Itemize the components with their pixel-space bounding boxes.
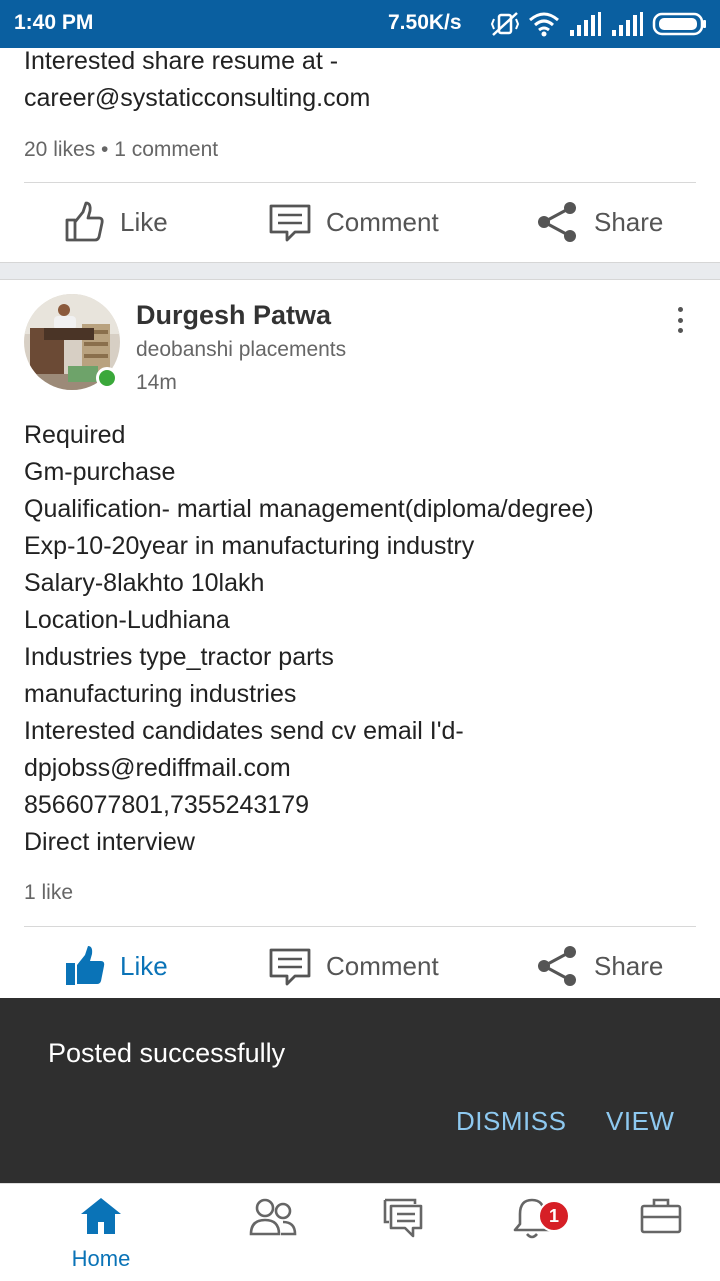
network-speed: 7.50K/s	[388, 11, 462, 34]
prev-post-text: Interested share resume at - career@syst…	[24, 47, 371, 112]
comment-label: Comment	[326, 206, 439, 237]
status-time: 1:40 PM	[14, 11, 94, 34]
nav-messaging[interactable]	[331, 1184, 475, 1281]
comment-icon	[269, 204, 311, 242]
share-label: Share	[594, 206, 664, 237]
share-button[interactable]: Share	[536, 944, 663, 988]
signal-icon	[612, 12, 643, 36]
bottom-nav: Home 1	[0, 1183, 720, 1281]
post-time: 14m	[136, 371, 177, 394]
like-label: Like	[120, 950, 168, 981]
battery-icon	[652, 12, 706, 36]
dismiss-button[interactable]: DISMISS	[456, 1106, 566, 1137]
vibrate-off-icon	[490, 12, 520, 36]
comment-button[interactable]: Comment	[268, 200, 439, 244]
view-button[interactable]: VIEW	[606, 1106, 674, 1137]
nav-home-label: Home	[71, 1246, 131, 1271]
author-name[interactable]: Durgesh Patwa	[136, 300, 331, 331]
post-stats[interactable]: 1 like	[24, 881, 73, 905]
signal-icon	[570, 12, 601, 36]
like-button-active[interactable]: Like	[64, 944, 168, 988]
snackbar-message: Posted successfully	[48, 1038, 286, 1068]
comment-button[interactable]: Comment	[268, 944, 439, 988]
author-subtitle: deobanshi placements	[136, 338, 347, 361]
share-icon	[538, 946, 576, 986]
more-options-icon[interactable]	[668, 304, 692, 336]
network-icon	[249, 1198, 297, 1236]
thumbs-up-icon	[65, 201, 104, 242]
share-label: Share	[594, 950, 664, 981]
online-status-dot	[96, 367, 118, 389]
prev-post-stats[interactable]: 20 likes • 1 comment	[24, 138, 218, 162]
snackbar: Posted successfully DISMISS VIEW	[0, 998, 720, 1183]
share-icon	[538, 202, 576, 242]
divider	[24, 926, 696, 927]
nav-home[interactable]: Home	[29, 1184, 173, 1281]
thumbs-up-filled-icon	[66, 946, 105, 985]
status-bar: 1:40 PM 7.50K/s	[0, 0, 720, 48]
nav-jobs[interactable]	[589, 1184, 720, 1281]
nav-notifications[interactable]: 1	[460, 1184, 604, 1281]
messaging-icon	[383, 1198, 423, 1238]
comment-icon	[269, 948, 311, 986]
post-body: Required Gm-purchase Qualification- mart…	[24, 421, 594, 856]
notification-badge: 1	[538, 1200, 570, 1232]
status-icons	[490, 10, 708, 38]
comment-label: Comment	[326, 950, 439, 981]
nav-network[interactable]	[201, 1184, 345, 1281]
divider	[24, 182, 696, 183]
share-button[interactable]: Share	[536, 200, 663, 244]
home-icon	[81, 1198, 121, 1234]
jobs-icon	[640, 1198, 682, 1234]
like-label: Like	[120, 206, 168, 237]
like-button[interactable]: Like	[64, 200, 168, 244]
feed-separator	[0, 262, 720, 280]
wifi-icon	[529, 12, 559, 37]
